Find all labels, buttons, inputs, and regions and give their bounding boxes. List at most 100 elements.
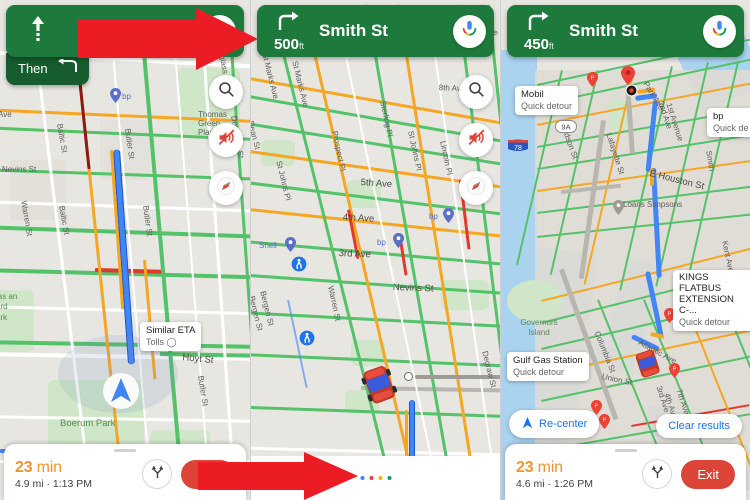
map-label: 4th Ave: [342, 212, 375, 225]
similar-eta-callout[interactable]: Similar ETA Tolls ◯: [140, 322, 202, 352]
eta-duration: 23: [516, 459, 534, 476]
compass-button[interactable]: [209, 171, 243, 205]
current-position-dot: [625, 84, 638, 102]
kings-flatbush-detour-callout[interactable]: KINGS FLATBUS EXTENSION C-... Quick deto…: [673, 270, 750, 331]
then-maneuver-card: Then: [6, 53, 89, 85]
waypoint-dot: [404, 372, 413, 381]
bp-detour-callout[interactable]: bp Quick de: [707, 108, 750, 138]
navigation-arrow-icon: [521, 416, 534, 432]
mute-button[interactable]: [459, 123, 493, 157]
svg-text:78: 78: [514, 145, 522, 152]
gas-station-pin[interactable]: [393, 233, 404, 248]
street-name: Smith St: [569, 21, 638, 40]
gas-station-pin[interactable]: [110, 88, 121, 103]
svg-text:P: P: [603, 417, 607, 423]
callout-title: Similar ETA: [146, 325, 196, 336]
red-arrow-bottom: [198, 452, 358, 500]
sheet-grab-handle[interactable]: [114, 449, 136, 452]
map-label: 5th Ave: [360, 177, 393, 191]
place-pin[interactable]: [613, 200, 624, 215]
svg-text:P: P: [673, 366, 677, 372]
search-button[interactable]: [209, 75, 243, 109]
loading-dots: [360, 476, 391, 480]
gulf-gas-detour-callout[interactable]: Gulf Gas Station Quick detour: [507, 352, 589, 382]
sound-muted-icon: [217, 128, 236, 152]
svg-text:P: P: [595, 403, 599, 409]
exit-button[interactable]: Exit: [681, 459, 735, 489]
svg-text:P: P: [668, 311, 672, 317]
search-button[interactable]: [459, 75, 493, 109]
alternate-routes-button[interactable]: [142, 459, 173, 489]
gas-station-pin[interactable]: [443, 208, 454, 223]
map-label: 3rd Ave: [338, 248, 372, 261]
alternate-routes-button[interactable]: [642, 459, 673, 489]
callout-title: Gulf Gas Station: [513, 355, 583, 366]
map-label: Nevins St: [392, 282, 434, 295]
eta-duration-unit: min: [537, 459, 563, 476]
turn-right-icon: [277, 11, 301, 36]
loading-dot-yellow: [378, 476, 382, 480]
map-label: Nevins St: [2, 165, 37, 174]
eta-duration: 23: [15, 459, 33, 476]
eta-detail: 4.6 mi · 1:26 PM: [516, 478, 594, 490]
car-marker-icon: [357, 362, 405, 411]
navigation-header-3[interactable]: 450ft Smith St: [507, 5, 744, 57]
recenter-button[interactable]: Re-center: [509, 410, 600, 438]
park-area: [441, 280, 489, 310]
gas-station-pin[interactable]: P: [587, 72, 600, 89]
map-label: Shell: [259, 241, 277, 250]
distance-unit: ft: [549, 40, 555, 51]
loading-dot-green: [387, 476, 391, 480]
mic-button[interactable]: [453, 14, 486, 48]
loading-dot-red: [369, 476, 373, 480]
search-icon: [468, 81, 485, 103]
eta-info: 23 min 4.9 mi · 1:13 PM: [15, 459, 142, 490]
callout-subtitle: Quick detour: [513, 366, 565, 377]
map-label: bp: [122, 92, 131, 101]
bottom-sheet-3[interactable]: 23 min 4.6 mi · 1:26 PM Exit: [505, 444, 746, 500]
callout-subtitle: Quick detour: [679, 316, 731, 327]
assistant-mic-icon: [710, 19, 729, 43]
park-area: [507, 280, 563, 322]
eta-detail: 4.9 mi · 1:13 PM: [15, 478, 93, 490]
gas-station-pin[interactable]: P: [599, 414, 612, 431]
highway-shield-9a: 9A: [555, 120, 577, 138]
assistant-mic-icon: [460, 19, 479, 43]
callout-title: bp: [713, 111, 724, 122]
callout-subtitle: Quick detour: [521, 100, 573, 111]
pedestrian-sign-icon: [291, 256, 307, 277]
map-controls-2: [459, 75, 493, 219]
svg-text:9A: 9A: [561, 122, 570, 131]
mic-button[interactable]: [703, 14, 736, 48]
turn-right-icon: [527, 11, 551, 36]
then-label: Then: [18, 61, 48, 76]
loading-dot-blue: [360, 476, 364, 480]
gas-station-pin[interactable]: P: [669, 363, 682, 380]
compass-icon: [466, 176, 486, 201]
route-traffic-overlay: [405, 410, 408, 460]
nav-panel-3: P P P P P Hudson St Lafayette St E Houst…: [500, 0, 750, 500]
navigation-position-arrow: [100, 370, 142, 417]
maneuver-block: 450ft: [515, 11, 563, 52]
distance-unit: ft: [299, 40, 305, 51]
mute-button[interactable]: [209, 123, 243, 157]
compass-button[interactable]: [459, 171, 493, 205]
interstate-shield-78: 78: [507, 138, 529, 158]
callout-subtitle: Tolls ◯: [146, 336, 177, 347]
clear-results-button[interactable]: Clear results: [656, 414, 742, 438]
gas-station-pin[interactable]: [285, 237, 296, 252]
destination-pin[interactable]: [621, 66, 635, 85]
map-label: las an ard ark: [0, 292, 18, 322]
distance-value: 500ft: [273, 35, 305, 53]
car-marker-icon: [629, 346, 667, 385]
sheet-grab-handle[interactable]: [614, 449, 637, 452]
mobil-detour-callout[interactable]: Mobil Quick detour: [515, 86, 579, 116]
recenter-label: Re-center: [539, 418, 588, 430]
callout-title: Mobil: [521, 89, 544, 100]
distance-value: 450ft: [523, 35, 555, 53]
sound-muted-icon: [467, 128, 486, 152]
route-alternatives-icon: [150, 464, 165, 484]
navigation-header-2[interactable]: 500ft Smith St: [257, 5, 494, 57]
callout-subtitle: Quick de: [713, 122, 749, 133]
turn-left-icon: [57, 57, 77, 78]
